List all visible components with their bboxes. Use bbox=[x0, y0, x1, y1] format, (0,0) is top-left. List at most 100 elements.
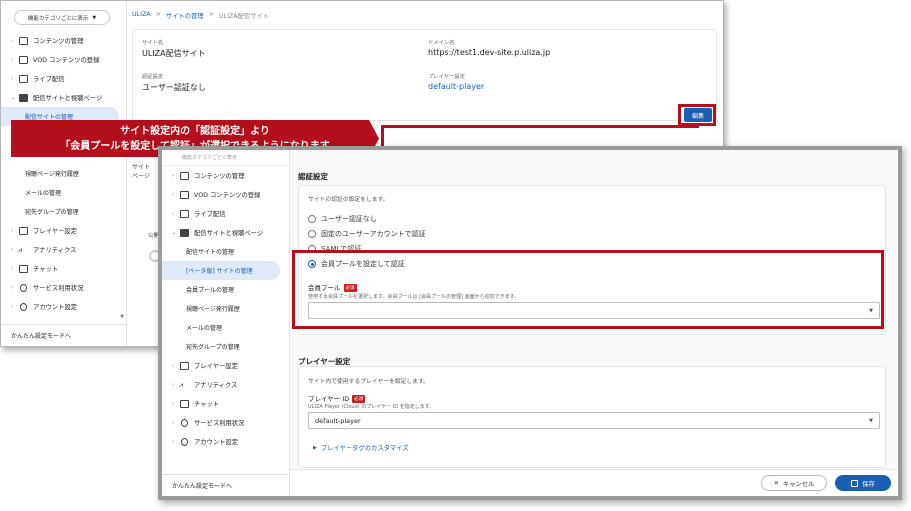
sidebar-item-player[interactable]: › プレイヤー設定 bbox=[1, 221, 126, 240]
member-pool-highlight-box bbox=[292, 250, 884, 329]
sidebar-item-label: アカウント設定 bbox=[194, 439, 239, 446]
sidebar-item-label: アナリティクス bbox=[33, 247, 77, 254]
vod-icon bbox=[179, 190, 191, 199]
player-id-label: プレイヤー ID 必須 bbox=[308, 393, 366, 403]
front-sidebar: 機能カテゴリごとに表示 › コンテンツの管理 › VOD コンテンツの登録 › … bbox=[162, 150, 290, 496]
radio-label: 固定のユーザーアカウントで認証 bbox=[321, 230, 426, 238]
sidebar-item-label: サービス利用状況 bbox=[194, 420, 245, 427]
save-button[interactable]: 保存 bbox=[835, 475, 891, 491]
player-label: プレイヤー設定 bbox=[428, 74, 465, 80]
category-view-button[interactable]: 機能カテゴリごとに表示 ▼ bbox=[14, 10, 110, 25]
chevron-down-icon: ⌄ bbox=[172, 229, 177, 236]
chevron-right-icon: › bbox=[11, 246, 13, 253]
breadcrumb-sites[interactable]: サイトの管理 bbox=[166, 11, 204, 20]
player-tag-customize-link[interactable]: ▶ プレイヤータグのカスタマイズ bbox=[313, 443, 409, 453]
radio-label: ユーザー認証なし bbox=[321, 215, 377, 223]
cancel-button-label: キャンセル bbox=[782, 480, 815, 488]
sidebar-item-content[interactable]: › コンテンツの管理 bbox=[1, 31, 126, 50]
chat-icon bbox=[179, 399, 191, 408]
sidebar-item-account[interactable]: › アカウント設定 bbox=[162, 432, 289, 451]
sidebar-item-player[interactable]: › プレイヤー設定 bbox=[162, 356, 289, 375]
close-icon: ✕ bbox=[773, 479, 779, 487]
easy-mode-link[interactable]: かんたん設定モードへ bbox=[162, 474, 289, 496]
back-sidebar: 機能カテゴリごとに表示 ▼ › コンテンツの管理 › VOD コンテンツの登録 … bbox=[1, 1, 127, 346]
sidebar-item-label: チャット bbox=[33, 266, 59, 273]
sidebar-item-content[interactable]: › コンテンツの管理 bbox=[162, 166, 289, 185]
easy-mode-link[interactable]: かんたん設定モードへ bbox=[1, 324, 126, 346]
chevron-right-icon: › bbox=[11, 37, 13, 44]
sidebar-item-vod[interactable]: › VOD コンテンツの登録 bbox=[162, 185, 289, 204]
sidebar-item-label: 配信サイトと視聴ページ bbox=[33, 95, 103, 102]
chevron-right-icon: › bbox=[172, 438, 174, 445]
chevron-right-icon: › bbox=[172, 381, 174, 388]
cancel-button[interactable]: ✕ キャンセル bbox=[761, 475, 827, 491]
save-button-label: 保存 bbox=[862, 480, 875, 488]
player-id-label-text: プレイヤー ID bbox=[308, 395, 350, 403]
sidebar-item-analytics[interactable]: › ⩘ アナリティクス bbox=[1, 240, 126, 259]
sidebar-item-vod[interactable]: › VOD コンテンツの登録 bbox=[1, 50, 126, 69]
sidebar-item-label: コンテンツの管理 bbox=[194, 173, 245, 180]
sidebar-item-analytics[interactable]: › ⩘ アナリティクス bbox=[162, 375, 289, 394]
sidebar-sub-site-manage[interactable]: 配信サイトの管理 bbox=[162, 242, 289, 261]
sidebar-item-label: コンテンツの管理 bbox=[33, 38, 84, 45]
chevron-down-icon: ▼ bbox=[92, 14, 97, 21]
sidebar-item-chat[interactable]: › チャット bbox=[1, 259, 126, 278]
sidebar-item-site[interactable]: ⌄ 配信サイトと視聴ページ bbox=[1, 88, 126, 107]
auth-label: 認証設定 bbox=[142, 74, 164, 80]
save-icon bbox=[851, 479, 859, 487]
sidebar-sub-beta-site[interactable]: [ベータ版] サイトの管理 bbox=[162, 261, 280, 280]
callout-line-1: サイト設定内の「認証設定」より bbox=[120, 126, 270, 137]
sidebar-item-usage[interactable]: › サービス利用状況 bbox=[162, 413, 289, 432]
breadcrumb-separator: > bbox=[208, 11, 214, 18]
category-view-button[interactable]: 機能カテゴリごとに表示 bbox=[162, 150, 289, 166]
site-name-value: ULIZA配信サイト bbox=[142, 49, 206, 58]
sidebar-sub-groups[interactable]: 宛先グループの管理 bbox=[1, 202, 126, 221]
sidebar-item-label: チャット bbox=[194, 401, 220, 408]
sidebar-item-chat[interactable]: › チャット bbox=[162, 394, 289, 413]
usage-icon bbox=[18, 283, 30, 292]
site-icon bbox=[179, 228, 191, 237]
player-icon bbox=[179, 361, 191, 370]
usage-icon bbox=[179, 418, 191, 427]
back-lower-text: サイト ページ bbox=[132, 163, 150, 181]
site-name-label: サイト名 bbox=[142, 40, 164, 46]
back-lower-line: ページ bbox=[132, 173, 150, 180]
sidebar-item-usage[interactable]: › サービス利用状況 bbox=[1, 278, 126, 297]
chevron-right-icon: › bbox=[172, 172, 174, 179]
content-icon bbox=[179, 171, 191, 180]
sidebar-item-site[interactable]: ⌄ 配信サイトと視聴ページ bbox=[162, 223, 289, 242]
chevron-right-icon: › bbox=[11, 75, 13, 82]
chevron-right-icon: › bbox=[11, 56, 13, 63]
analytics-icon: ⩘ bbox=[18, 245, 22, 254]
player-description: サイト内で使用するプレイヤーを設定します。 bbox=[308, 379, 429, 385]
player-value-link[interactable]: default-player bbox=[428, 82, 484, 91]
sidebar-sub-groups[interactable]: 宛先グループの管理 bbox=[162, 337, 289, 356]
breadcrumb: ULIZA > サイトの管理 > ULIZA配信サイト bbox=[132, 11, 269, 20]
required-badge: 必須 bbox=[352, 395, 366, 403]
chevron-right-icon: › bbox=[172, 419, 174, 426]
sidebar-item-label: VOD コンテンツの登録 bbox=[194, 192, 261, 199]
sidebar-sub-history[interactable]: 視聴ページ発行履歴 bbox=[162, 299, 289, 318]
breadcrumb-home[interactable]: ULIZA bbox=[132, 11, 151, 20]
sidebar-item-live[interactable]: › ライブ配信 bbox=[1, 69, 126, 88]
live-icon bbox=[179, 209, 191, 218]
scroll-down-icon[interactable]: ▼ bbox=[120, 314, 124, 320]
sidebar-sub-history[interactable]: 視聴ページ発行履歴 bbox=[1, 164, 126, 183]
radio-icon bbox=[308, 230, 316, 238]
sidebar-item-account[interactable]: › アカウント設定 bbox=[1, 297, 126, 316]
sidebar-item-live[interactable]: › ライブ配信 bbox=[162, 204, 289, 223]
player-id-select[interactable]: default-player ▼ bbox=[308, 412, 880, 429]
radio-no-auth[interactable]: ユーザー認証なし bbox=[308, 214, 377, 224]
account-icon bbox=[18, 302, 30, 311]
sidebar-item-label: プレイヤー設定 bbox=[33, 228, 77, 235]
player-settings-card: サイト内で使用するプレイヤーを設定します。 プレイヤー ID 必須 ULIZA P… bbox=[298, 366, 886, 468]
chevron-right-icon: › bbox=[172, 362, 174, 369]
chevron-right-icon: › bbox=[172, 191, 174, 198]
chevron-right-icon: › bbox=[11, 284, 13, 291]
sidebar-sub-mail[interactable]: メールの管理 bbox=[162, 318, 289, 337]
sidebar-sub-member-pool[interactable]: 会員プールの管理 bbox=[162, 280, 289, 299]
breadcrumb-current: ULIZA配信サイト bbox=[218, 13, 270, 20]
sidebar-sub-mail[interactable]: メールの管理 bbox=[1, 183, 126, 202]
connector-line bbox=[381, 125, 699, 128]
radio-fixed-account[interactable]: 固定のユーザーアカウントで認証 bbox=[308, 229, 426, 239]
